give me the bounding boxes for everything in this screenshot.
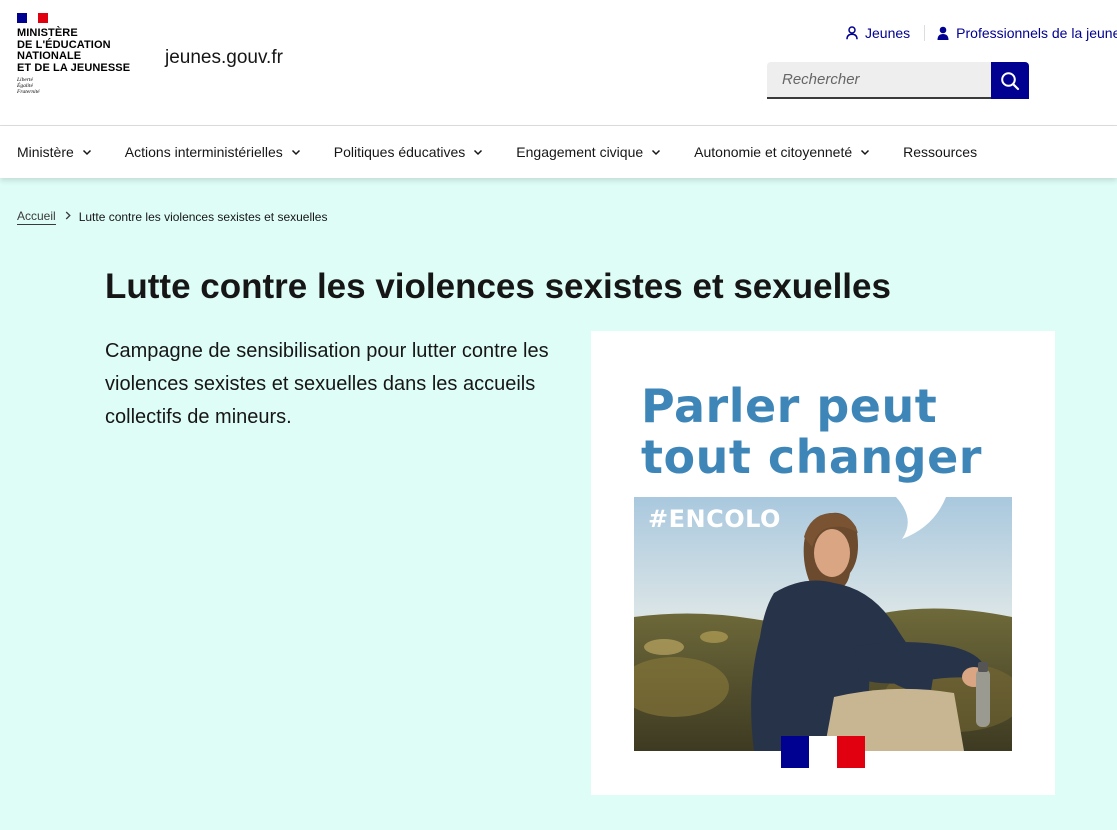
chevron-down-icon [474, 149, 483, 155]
user-filled-icon [937, 26, 949, 40]
service-title[interactable]: jeunes.gouv.fr [165, 47, 283, 69]
nav-item-label: Politiques éducatives [333, 144, 466, 160]
nav-item-label: Ministère [17, 144, 74, 160]
site-header: MINISTÈRE DE L'ÉDUCATION NATIONALE ET DE… [0, 0, 1117, 126]
nav-item-autonomie-citoyennete[interactable]: Autonomie et citoyenneté [694, 144, 870, 160]
poster-headline-line: tout changer [641, 430, 982, 484]
user-outline-icon [846, 26, 858, 40]
marianne-flag-icon [17, 13, 48, 23]
nav-item-label: Engagement civique [516, 144, 644, 160]
breadcrumb-home-link[interactable]: Accueil [17, 209, 56, 225]
search-icon [1001, 71, 1020, 90]
poster-photo: #ENCOLO [634, 497, 1012, 751]
quick-link-label: Professionnels de la jeunesse [956, 25, 1117, 41]
campaign-poster: Parler peut tout changer #ENCOLO [591, 331, 1055, 795]
page-title: Lutte contre les violences sexistes et s… [105, 267, 891, 306]
search-button[interactable] [991, 62, 1029, 99]
nav-item-label: Actions interministérielles [124, 144, 283, 160]
nav-item-engagement-civique[interactable]: Engagement civique [516, 144, 661, 160]
main-content: Accueil Lutte contre les violences sexis… [0, 178, 1117, 830]
nav-item-ministere[interactable]: Ministère [17, 144, 92, 160]
teen-sitting-photo [634, 497, 1012, 751]
poster-headline-line: Parler peut [641, 379, 938, 433]
ministry-line: ET DE LA JEUNESSE [17, 61, 131, 74]
ministry-logo[interactable]: MINISTÈRE DE L'ÉDUCATION NATIONALE ET DE… [17, 13, 147, 96]
main-navigation: Ministère Actions interministérielles Po… [0, 126, 1117, 178]
quick-links-divider [924, 25, 926, 41]
nav-item-label: Autonomie et citoyenneté [694, 144, 853, 160]
motto-line: Fraternité [17, 89, 40, 96]
breadcrumb-current: Lutte contre les violences sexistes et s… [78, 210, 328, 224]
republic-motto: Liberté Égalité Fraternité [17, 77, 147, 96]
nav-item-politiques-educatives[interactable]: Politiques éducatives [334, 144, 484, 160]
chevron-down-icon [652, 149, 661, 155]
nav-item-actions-interministerielles[interactable]: Actions interministérielles [125, 144, 301, 160]
nav-item-label: Ressources [903, 144, 978, 160]
search-input[interactable] [767, 62, 991, 99]
chevron-down-icon [291, 149, 300, 155]
marianne-logo-icon [781, 736, 865, 768]
chevron-down-icon [861, 149, 870, 155]
chevron-right-icon [65, 211, 71, 223]
lead-paragraph: Campagne de sensibilisation pour lutter … [105, 340, 549, 428]
poster-hashtag: #ENCOLO [648, 505, 781, 533]
ministry-name: MINISTÈRE DE L'ÉDUCATION NATIONALE ET DE… [17, 27, 147, 74]
poster-headline: Parler peut tout changer [641, 381, 982, 483]
ministry-line: NATIONALE [17, 50, 82, 62]
nav-item-ressources[interactable]: Ressources [903, 144, 977, 160]
ministry-line: MINISTÈRE [17, 27, 78, 39]
breadcrumb: Accueil Lutte contre les violences sexis… [17, 209, 327, 225]
quick-access-links: Jeunes Professionnels de la jeunesse [846, 24, 1117, 42]
quick-link-professionnels[interactable]: Professionnels de la jeunesse [937, 25, 1117, 41]
chevron-down-icon [82, 149, 91, 155]
search-bar [767, 62, 1029, 99]
quick-link-jeunes[interactable]: Jeunes [846, 25, 910, 41]
quick-link-label: Jeunes [865, 25, 911, 41]
